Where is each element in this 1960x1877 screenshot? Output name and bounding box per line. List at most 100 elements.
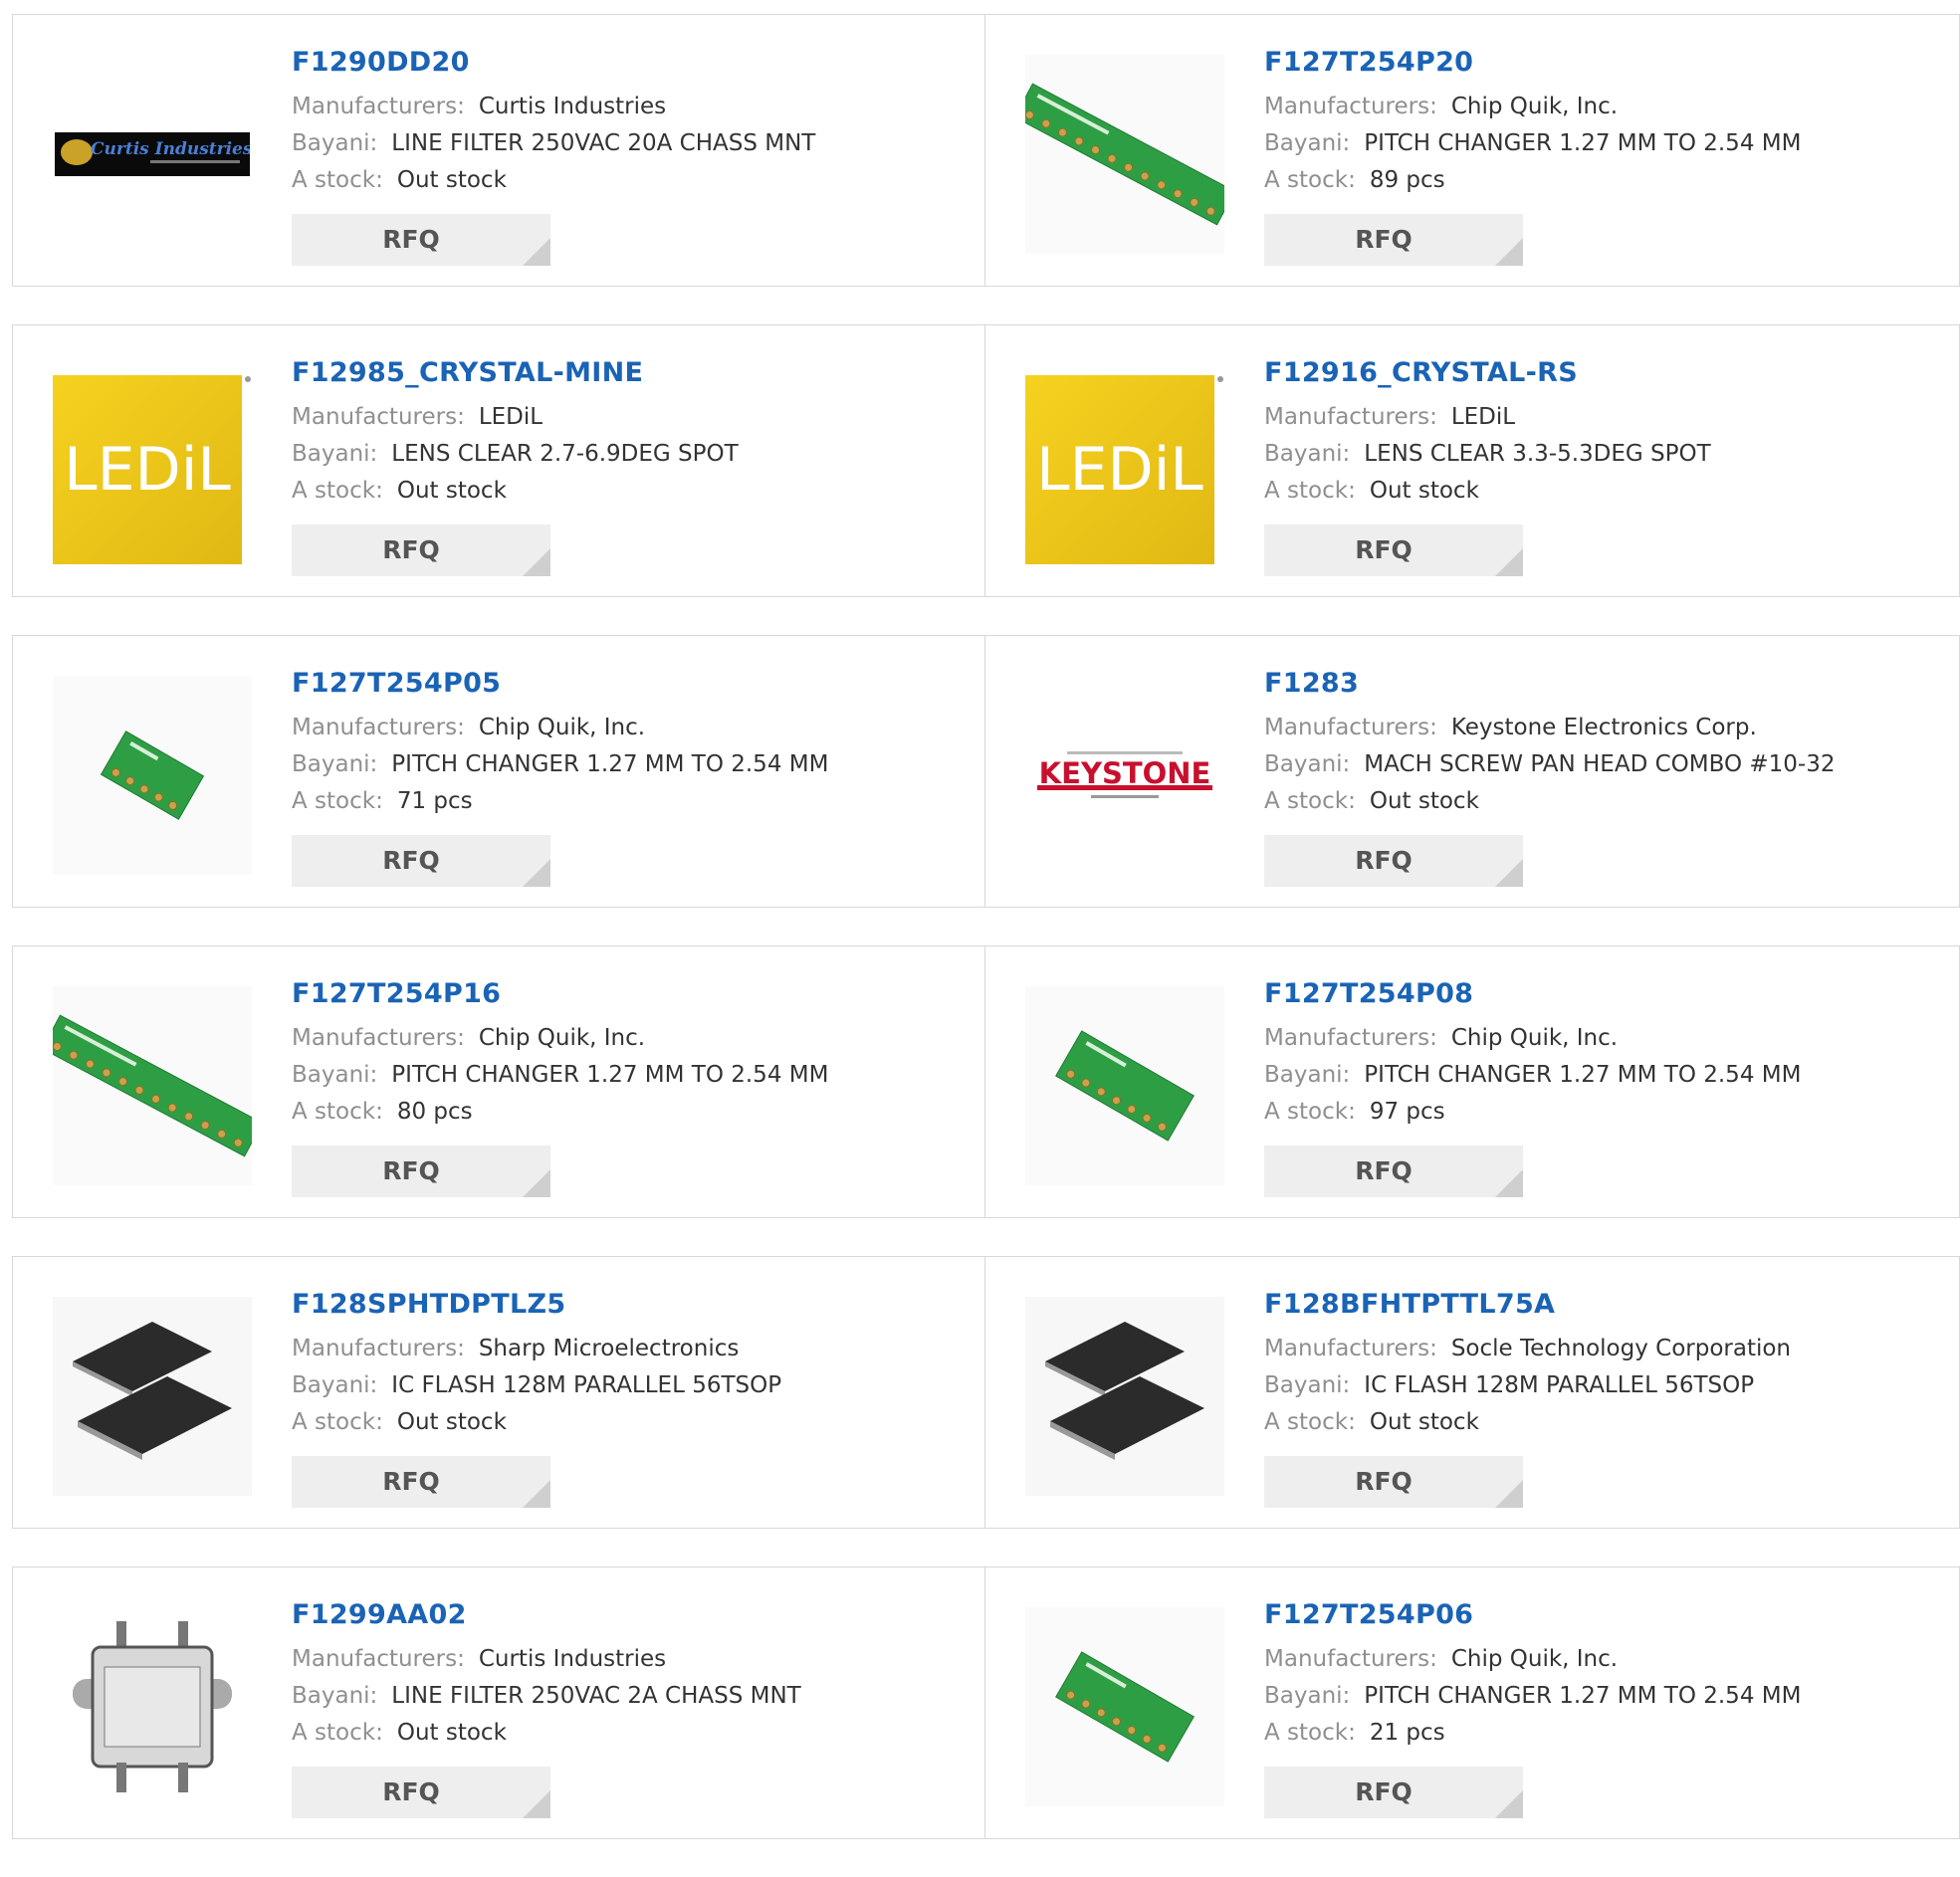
rfq-button[interactable]: RFQ [292, 1767, 550, 1818]
product-image[interactable] [53, 1607, 252, 1806]
description-label: Bayani: [292, 130, 378, 156]
product-image[interactable]: LEDiL [53, 365, 252, 564]
rfq-button[interactable]: RFQ [292, 1146, 550, 1197]
part-number-link[interactable]: F127T254P08 [1264, 976, 1939, 1012]
description-label: Bayani: [1264, 130, 1351, 156]
rfq-button[interactable]: RFQ [1264, 214, 1523, 266]
rfq-button[interactable]: RFQ [292, 524, 550, 576]
description-value: PITCH CHANGER 1.27 MM TO 2.54 MM [1364, 130, 1802, 156]
description-value: IC FLASH 128M PARALLEL 56TSOP [391, 1372, 782, 1398]
rfq-label: RFQ [1355, 225, 1413, 254]
part-number-link[interactable]: F127T254P20 [1264, 45, 1939, 81]
keystone-logo: KEYSTONE [1037, 751, 1212, 798]
corner-triangle-icon [523, 1480, 550, 1508]
corner-triangle-icon [1495, 1480, 1523, 1508]
manufacturer-value: Chip Quik, Inc. [1450, 1646, 1619, 1672]
stock-row: A stock: Out stock [1264, 1404, 1939, 1441]
stock-label: A stock: [292, 1720, 383, 1746]
rfq-button[interactable]: RFQ [1264, 1146, 1523, 1197]
manufacturer-label: Manufacturers: [1264, 404, 1437, 430]
manufacturer-row: Manufacturers: Curtis Industries [292, 89, 965, 125]
part-number-link[interactable]: F128SPHTDPTLZ5 [292, 1287, 965, 1323]
stock-row: A stock: Out stock [1264, 473, 1939, 510]
rfq-button[interactable]: RFQ [1264, 835, 1523, 887]
description-label: Bayani: [292, 751, 378, 777]
pitch-changer-pcb-image [1025, 55, 1224, 254]
product-image[interactable] [53, 676, 252, 875]
stock-value: Out stock [1369, 788, 1479, 814]
part-number-link[interactable]: F12916_CRYSTAL-RS [1264, 355, 1939, 391]
curtis-logo-text: Curtis Industries [91, 139, 250, 159]
rfq-label: RFQ [382, 535, 440, 564]
product-info: F127T254P16 Manufacturers: Chip Quik, Inc… [292, 976, 965, 1131]
description-row: Bayani: PITCH CHANGER 1.27 MM TO 2.54 MM [1264, 1057, 1939, 1094]
rfq-button[interactable]: RFQ [1264, 1767, 1523, 1818]
manufacturer-value: Curtis Industries [478, 94, 667, 119]
manufacturer-value: Chip Quik, Inc. [478, 1025, 646, 1051]
part-number-link[interactable]: F1290DD20 [292, 45, 965, 81]
manufacturer-row: Manufacturers: Chip Quik, Inc. [1264, 1020, 1939, 1057]
description-label: Bayani: [1264, 441, 1351, 467]
product-image[interactable] [1025, 1607, 1224, 1806]
manufacturer-row: Manufacturers: Chip Quik, Inc. [292, 1020, 965, 1057]
product-image[interactable] [53, 986, 252, 1185]
product-row: F127T254P05 Manufacturers: Chip Quik, Inc… [12, 635, 1960, 908]
tsop-chip-image [1025, 1297, 1224, 1496]
corner-triangle-icon [1495, 238, 1523, 266]
rfq-button[interactable]: RFQ [1264, 1456, 1523, 1508]
product-card: Curtis Industries F1290DD20 Manufacturer… [12, 14, 985, 287]
stock-value: Out stock [396, 1409, 507, 1435]
product-image[interactable] [53, 1297, 252, 1496]
part-number-link[interactable]: F127T254P16 [292, 976, 965, 1012]
stock-row: A stock: 97 pcs [1264, 1094, 1939, 1131]
stock-label: A stock: [1264, 167, 1356, 193]
product-info: F12916_CRYSTAL-RS Manufacturers: LEDiL Ba… [1264, 355, 1939, 510]
rfq-button[interactable]: RFQ [292, 835, 550, 887]
description-label: Bayani: [1264, 1683, 1351, 1709]
product-info: F127T254P20 Manufacturers: Chip Quik, Inc… [1264, 45, 1939, 199]
product-card: F128SPHTDPTLZ5 Manufacturers: Sharp Micro… [12, 1256, 985, 1529]
rfq-button[interactable]: RFQ [292, 1456, 550, 1508]
manufacturer-label: Manufacturers: [292, 1336, 465, 1361]
rfq-button[interactable]: RFQ [292, 214, 550, 266]
part-number-link[interactable]: F1299AA02 [292, 1597, 965, 1633]
stock-value: Out stock [396, 478, 507, 504]
rfq-label: RFQ [382, 846, 440, 875]
description-value: LENS CLEAR 2.7-6.9DEG SPOT [391, 441, 739, 467]
part-number-link[interactable]: F127T254P05 [292, 666, 965, 702]
rfq-button[interactable]: RFQ [1264, 524, 1523, 576]
stock-row: A stock: 21 pcs [1264, 1715, 1939, 1752]
line-filter-image [73, 1621, 232, 1792]
product-card: LEDiL F12985_CRYSTAL-MINE Manufacturers:… [12, 324, 985, 597]
product-info: F127T254P05 Manufacturers: Chip Quik, Inc… [292, 666, 965, 820]
part-number-link[interactable]: F127T254P06 [1264, 1597, 1939, 1633]
product-image[interactable]: LEDiL [1025, 365, 1224, 564]
description-label: Bayani: [1264, 1062, 1351, 1088]
product-card: F128BFHTPTTL75A Manufacturers: Socle Tech… [984, 1256, 1960, 1529]
stock-row: A stock: Out stock [1264, 783, 1939, 820]
manufacturer-value: Curtis Industries [478, 1646, 667, 1672]
part-number-link[interactable]: F12985_CRYSTAL-MINE [292, 355, 965, 391]
corner-triangle-icon [523, 548, 550, 576]
product-image[interactable] [1025, 986, 1224, 1185]
product-card: F127T254P05 Manufacturers: Chip Quik, Inc… [12, 635, 985, 908]
description-value: IC FLASH 128M PARALLEL 56TSOP [1364, 1372, 1755, 1398]
product-image[interactable] [1025, 55, 1224, 254]
product-image[interactable]: KEYSTONE [1025, 676, 1224, 875]
product-info: F12985_CRYSTAL-MINE Manufacturers: LEDiL … [292, 355, 965, 510]
product-image[interactable] [1025, 1297, 1224, 1496]
ledil-logo-text: LEDiL [64, 435, 231, 505]
product-image[interactable]: Curtis Industries [53, 55, 252, 254]
manufacturer-value: Keystone Electronics Corp. [1450, 715, 1757, 740]
description-value: LINE FILTER 250VAC 2A CHASS MNT [391, 1683, 801, 1709]
product-row: Curtis Industries F1290DD20 Manufacturer… [12, 14, 1960, 287]
description-value: PITCH CHANGER 1.27 MM TO 2.54 MM [1364, 1683, 1802, 1709]
rfq-label: RFQ [1355, 535, 1413, 564]
product-info: F1283 Manufacturers: Keystone Electronics… [1264, 666, 1939, 820]
description-row: Bayani: LINE FILTER 250VAC 2A CHASS MNT [292, 1678, 965, 1715]
description-row: Bayani: IC FLASH 128M PARALLEL 56TSOP [292, 1367, 965, 1404]
product-info: F127T254P06 Manufacturers: Chip Quik, Inc… [1264, 1597, 1939, 1752]
pitch-changer-pcb-image [53, 986, 252, 1185]
part-number-link[interactable]: F1283 [1264, 666, 1939, 702]
part-number-link[interactable]: F128BFHTPTTL75A [1264, 1287, 1939, 1323]
